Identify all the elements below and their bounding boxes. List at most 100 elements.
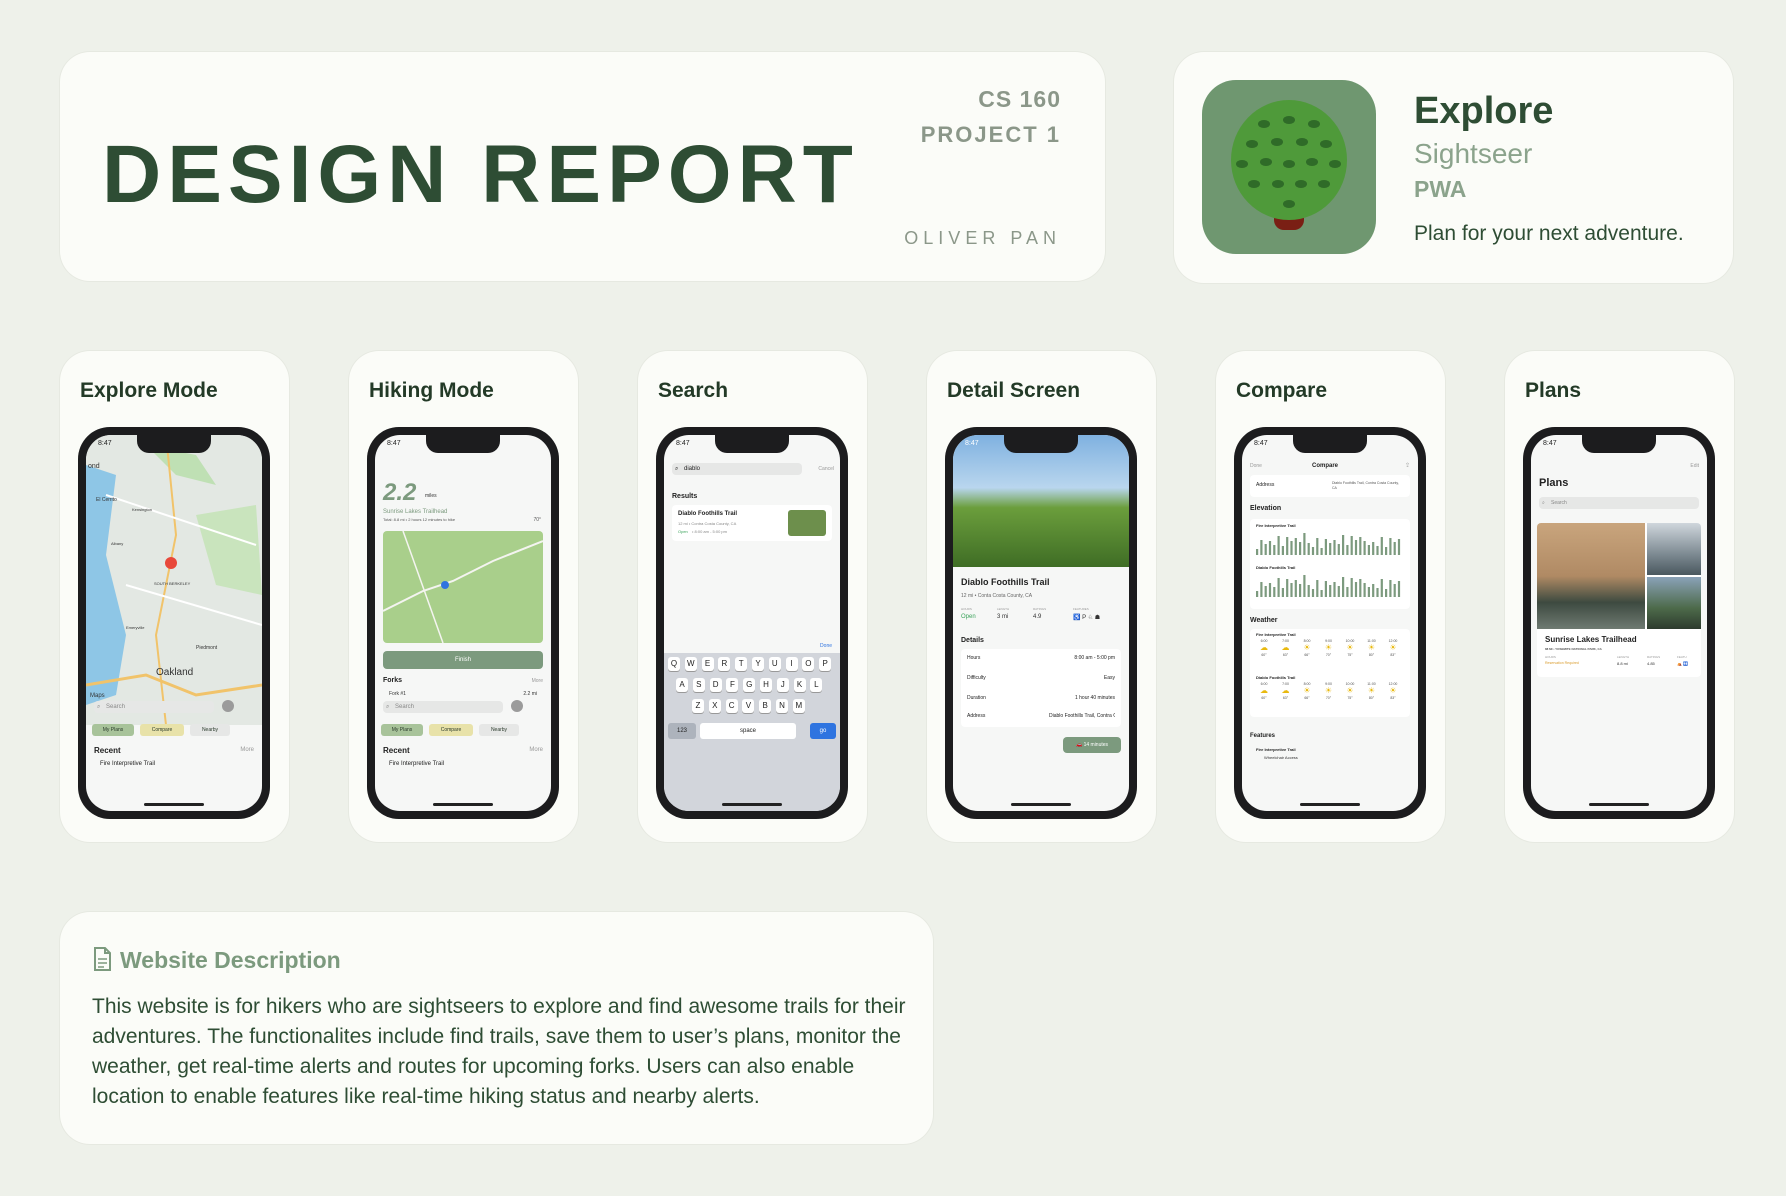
recent-heading: Recent (383, 746, 410, 755)
details-heading: Details (961, 637, 984, 644)
key-go[interactable]: go (810, 723, 836, 739)
weather-hour: 9:00 ☀ 70° (1319, 682, 1339, 700)
key-f[interactable]: F (726, 678, 739, 692)
status-time: 8:47 (676, 440, 690, 447)
key-h[interactable]: H (760, 678, 772, 692)
elevation-bar (1268, 541, 1272, 555)
search-input[interactable]: ⌕ Search (1539, 497, 1699, 509)
elevation-bar (1354, 540, 1358, 555)
plan-subtitle: 88 MI • YOSEMITE NATIONAL PARK, CA (1545, 647, 1602, 651)
status-time: 8:47 (387, 440, 401, 447)
elevation-bar (1256, 549, 1259, 555)
key-c[interactable]: C (725, 699, 738, 713)
key-v[interactable]: V (742, 699, 755, 713)
key-k[interactable]: K (793, 678, 806, 692)
elevation-bar (1268, 583, 1272, 597)
sun-icon: ☁ (1281, 686, 1290, 695)
map-label: Emeryville (126, 625, 145, 630)
key-n[interactable]: N (776, 699, 788, 713)
maps-logo: Maps (90, 693, 105, 699)
recent-item[interactable]: Fire Interpretive Trail (389, 761, 444, 767)
key-g[interactable]: G (743, 678, 756, 692)
elevation-bar (1376, 588, 1379, 597)
screen-card-plans: Plans 8:47 Edit Plans ⌕ Search Sunrise La… (1505, 351, 1734, 842)
result-thumbnail (788, 510, 826, 536)
car-icon: 🚗 (1075, 742, 1083, 748)
done-button[interactable]: Done (820, 643, 832, 649)
sun-icon: ☀ (1389, 686, 1397, 695)
more-link[interactable]: More (240, 747, 254, 753)
compare-chip[interactable]: Compare (140, 724, 184, 736)
key-z[interactable]: Z (692, 699, 704, 713)
recent-item[interactable]: Fire Interpretive Trail (100, 761, 155, 767)
compare-title: Compare (1312, 463, 1339, 469)
elevation-bar (1346, 545, 1349, 555)
cancel-button[interactable]: Cancel (818, 466, 834, 472)
key-p[interactable]: P (819, 657, 832, 671)
avatar[interactable] (511, 700, 523, 712)
search-input[interactable]: ⌕ Search (94, 701, 214, 713)
elevation-bar (1294, 580, 1297, 597)
key-e[interactable]: E (701, 657, 714, 671)
plan-card[interactable]: Sunrise Lakes Trailhead 88 MI • YOSEMITE… (1537, 523, 1701, 677)
sun-icon: ☀ (1346, 643, 1354, 652)
description-heading: Website Description (120, 947, 341, 973)
plan-photo-top (1647, 523, 1701, 575)
elevation-bar (1294, 538, 1297, 555)
key-123[interactable]: 123 (668, 723, 696, 739)
key-r[interactable]: R (718, 657, 731, 671)
compare-chip[interactable]: Compare (429, 724, 473, 736)
search-input[interactable]: ⌕ Search (383, 701, 503, 713)
elevation-bar (1367, 587, 1370, 597)
key-b[interactable]: B (759, 699, 772, 713)
sun-icon: ☀ (1389, 643, 1397, 652)
key-w[interactable]: W (684, 657, 697, 671)
elevation-bar (1277, 536, 1280, 555)
elevation-bar (1359, 579, 1362, 597)
drive-button[interactable]: 🚗 14 minutes (1063, 737, 1121, 753)
report-title: DESIGN REPORT (102, 129, 859, 220)
nearby-chip[interactable]: Nearby (190, 724, 230, 736)
key-j[interactable]: J (776, 678, 789, 692)
weather-hour: 8:00 ☀ 66° (1297, 682, 1317, 700)
project-number: PROJECT 1 (920, 122, 1061, 147)
result-card[interactable]: Diablo Foothills Trail 12 mi • Contra Co… (672, 505, 832, 541)
distance-value: 2.2 (383, 479, 417, 506)
screen-label: Search (658, 379, 729, 402)
share-icon[interactable]: ⇪ (1405, 462, 1410, 469)
key-d[interactable]: D (709, 678, 722, 692)
key-x[interactable]: X (708, 699, 721, 713)
stat-label: HOURS (961, 607, 972, 611)
key-l[interactable]: L (810, 678, 823, 692)
more-link[interactable]: More (529, 747, 543, 753)
key-a[interactable]: A (676, 678, 688, 692)
app-type: PWA (1414, 176, 1467, 202)
key-t[interactable]: T (735, 657, 748, 671)
key-y[interactable]: Y (752, 657, 764, 671)
key-m[interactable]: M (792, 699, 805, 713)
search-input[interactable]: ⌕ diablo (672, 463, 802, 475)
key-s[interactable]: S (692, 678, 705, 692)
address-row: Address Diablo Foothills Trail, Contra C… (1250, 475, 1410, 497)
done-button[interactable]: Done (1250, 463, 1262, 469)
screen-card-hiking: Hiking Mode 8:47 2.2 miles Sunrise Lakes… (349, 351, 578, 842)
key-o[interactable]: O (802, 657, 815, 671)
my-plans-chip[interactable]: My Plans (381, 724, 423, 736)
nearby-chip[interactable]: Nearby (479, 724, 519, 736)
finish-button[interactable]: Finish (383, 651, 543, 669)
screen-label: Hiking Mode (369, 379, 494, 402)
trail-map[interactable] (383, 531, 543, 643)
elevation-bar (1359, 537, 1362, 555)
tree-icon (1202, 80, 1376, 254)
key-q[interactable]: Q (668, 657, 680, 671)
fork-item[interactable]: Fork #1 (389, 691, 406, 697)
my-plans-chip[interactable]: My Plans (92, 724, 134, 736)
avatar[interactable] (222, 700, 234, 712)
map-view[interactable]: ond El Cerrito Kensington Albany SOUTH B… (86, 435, 262, 725)
more-link[interactable]: More (532, 678, 543, 684)
sun-icon: ☁ (1281, 643, 1290, 652)
key-u[interactable]: U (768, 657, 781, 671)
key-space[interactable]: space (700, 723, 796, 739)
edit-button[interactable]: Edit (1690, 463, 1699, 469)
key-i[interactable]: I (785, 657, 798, 671)
